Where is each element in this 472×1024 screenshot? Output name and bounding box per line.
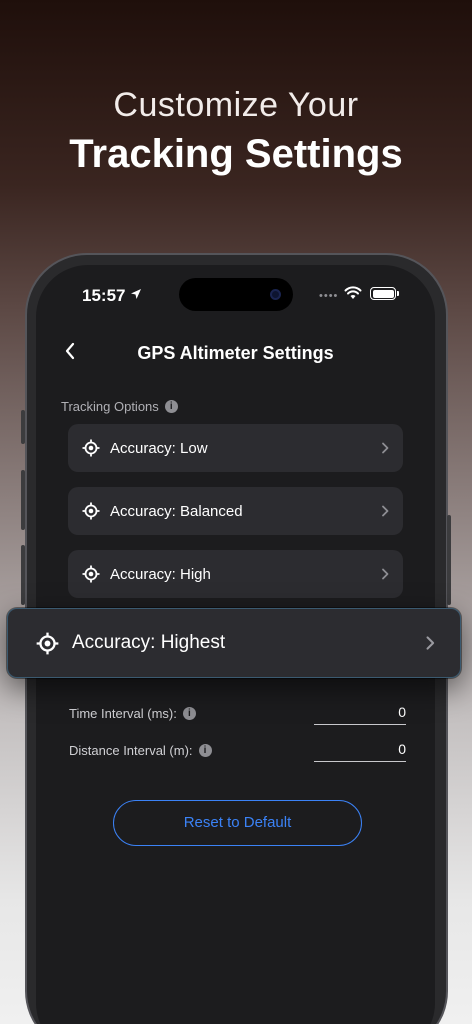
distance-interval-label: Distance Interval (m): (69, 743, 193, 758)
location-arrow-icon (131, 289, 141, 299)
battery-icon (370, 287, 396, 300)
wifi-icon (344, 286, 362, 299)
phone-power-button (447, 515, 451, 605)
option-accuracy-high[interactable]: Accuracy: High (68, 550, 403, 598)
distance-interval-row: Distance Interval (m): i (69, 743, 212, 758)
option-label: Accuracy: Balanced (110, 502, 243, 520)
reset-to-default-button[interactable]: Reset to Default (113, 800, 362, 846)
info-icon[interactable]: i (198, 744, 212, 757)
headline-line-2: Tracking Settings (69, 132, 403, 176)
info-icon[interactable]: i (182, 707, 196, 720)
section-label-text: Tracking Options (61, 399, 159, 414)
option-label: Accuracy: High (110, 565, 211, 583)
camera-icon (270, 289, 281, 300)
chevron-right-icon (382, 505, 389, 517)
battery-tip (397, 291, 399, 296)
chevron-right-icon (382, 442, 389, 454)
option-accuracy-low[interactable]: Accuracy: Low (68, 424, 403, 472)
option-accuracy-balanced[interactable]: Accuracy: Balanced (68, 487, 403, 535)
status-time: 15:57 (82, 286, 126, 305)
crosshair-icon (36, 632, 59, 654)
chevron-right-icon (382, 568, 389, 580)
page-title: GPS Altimeter Settings (137, 343, 334, 363)
headline-line-1: Customize Your (113, 86, 359, 124)
phone-volume-up (21, 470, 25, 530)
option-label: Accuracy: Highest (72, 632, 226, 653)
signal-icon: •••• (319, 290, 339, 302)
phone-volume-down (21, 545, 25, 605)
time-interval-row: Time Interval (ms): i (69, 706, 196, 721)
phone-side-button (21, 410, 25, 444)
option-label: Accuracy: Low (110, 439, 208, 457)
crosshair-icon (82, 565, 100, 583)
section-label-tracking: Tracking Options i (61, 399, 178, 414)
time-interval-label: Time Interval (ms): (69, 706, 177, 721)
option-accuracy-highest[interactable]: Accuracy: Highest (7, 608, 461, 678)
info-icon[interactable]: i (164, 400, 178, 413)
crosshair-icon (82, 439, 100, 457)
crosshair-icon (82, 502, 100, 520)
chevron-right-icon (426, 636, 435, 650)
distance-interval-input[interactable]: 0 (314, 738, 406, 762)
time-interval-input[interactable]: 0 (314, 701, 406, 725)
